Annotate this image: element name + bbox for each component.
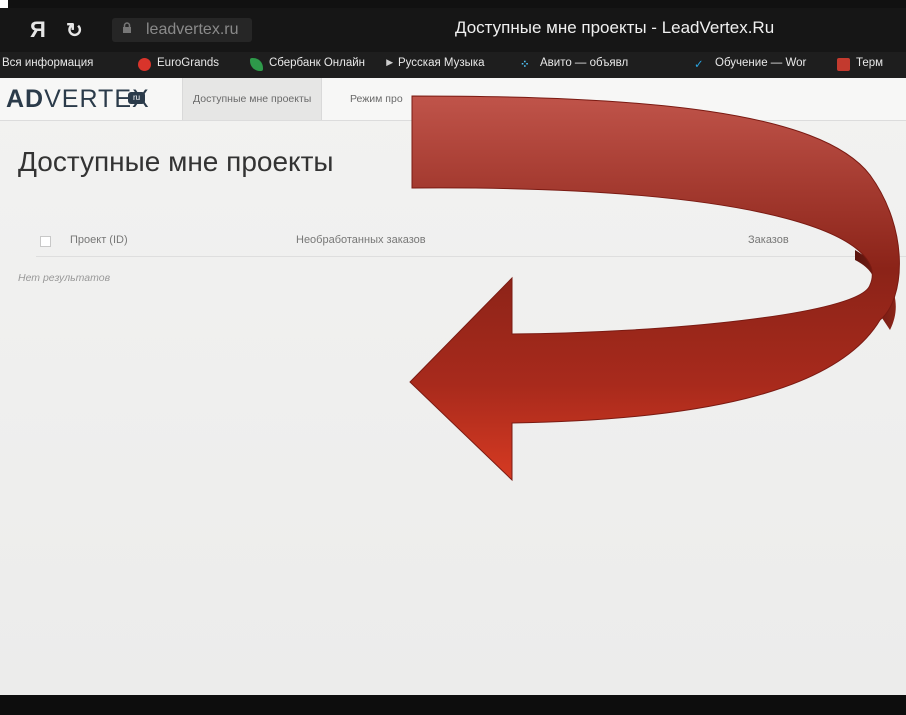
avito-icon: ⁘ — [520, 59, 530, 71]
bookmark-eurogrands[interactable]: EuroGrands — [157, 57, 219, 69]
bookmark-term[interactable]: Терм — [856, 57, 883, 69]
logo-ad: AD — [6, 85, 45, 113]
site-header: ADVERTEX ru Доступные мне проекты Режим … — [0, 78, 906, 121]
empty-results-message: Нет результатов — [18, 272, 111, 284]
lock-icon — [122, 22, 132, 37]
green-leaf-icon — [250, 58, 263, 71]
blue-check-icon: ✓ — [694, 59, 704, 71]
reload-icon[interactable]: ↻ — [66, 18, 83, 43]
bookmark-russian-music[interactable]: Русская Музыка — [398, 57, 485, 69]
tab-work-mode[interactable]: Режим про — [340, 78, 413, 120]
bookmarks-bar: Вся информация EuroGrands Сбербанк Онлай… — [0, 52, 906, 78]
red-square-icon — [837, 58, 850, 71]
address-bar[interactable]: leadvertex.ru — [112, 18, 252, 42]
column-unprocessed-orders[interactable]: Необработанных заказов — [296, 234, 426, 246]
tab-available-projects[interactable]: Доступные мне проекты — [182, 78, 323, 120]
browser-titlebar: Я ↻ leadvertex.ru Доступные мне проекты … — [0, 8, 906, 52]
table-header: Проект (ID) Необработанных заказов Заказ… — [36, 228, 906, 257]
logo-badge: ru — [128, 92, 145, 104]
bookmark-learning[interactable]: Обучение — Wor — [715, 57, 806, 69]
page-content: ADVERTEX ru Доступные мне проекты Режим … — [0, 78, 906, 695]
bookmark-avito[interactable]: Авито — объявл — [540, 57, 628, 69]
red-circle-icon — [138, 58, 151, 71]
column-orders[interactable]: Заказов — [748, 234, 789, 246]
play-arrow-icon: ► — [384, 57, 396, 69]
page-title: Доступные мне проекты — [18, 146, 334, 177]
photo-frame-corner — [0, 0, 8, 8]
column-project-id[interactable]: Проект (ID) — [70, 234, 128, 246]
yandex-browser-logo[interactable]: Я — [30, 17, 46, 43]
select-all-checkbox[interactable] — [40, 236, 51, 247]
screen-bottom-edge — [0, 695, 906, 715]
bookmark-all-info[interactable]: Вся информация — [2, 57, 93, 69]
address-text: leadvertex.ru — [146, 21, 239, 38]
bookmark-sberbank[interactable]: Сбербанк Онлайн — [269, 57, 365, 69]
window-title: Доступные мне проекты - LeadVertex.Ru — [455, 18, 775, 37]
